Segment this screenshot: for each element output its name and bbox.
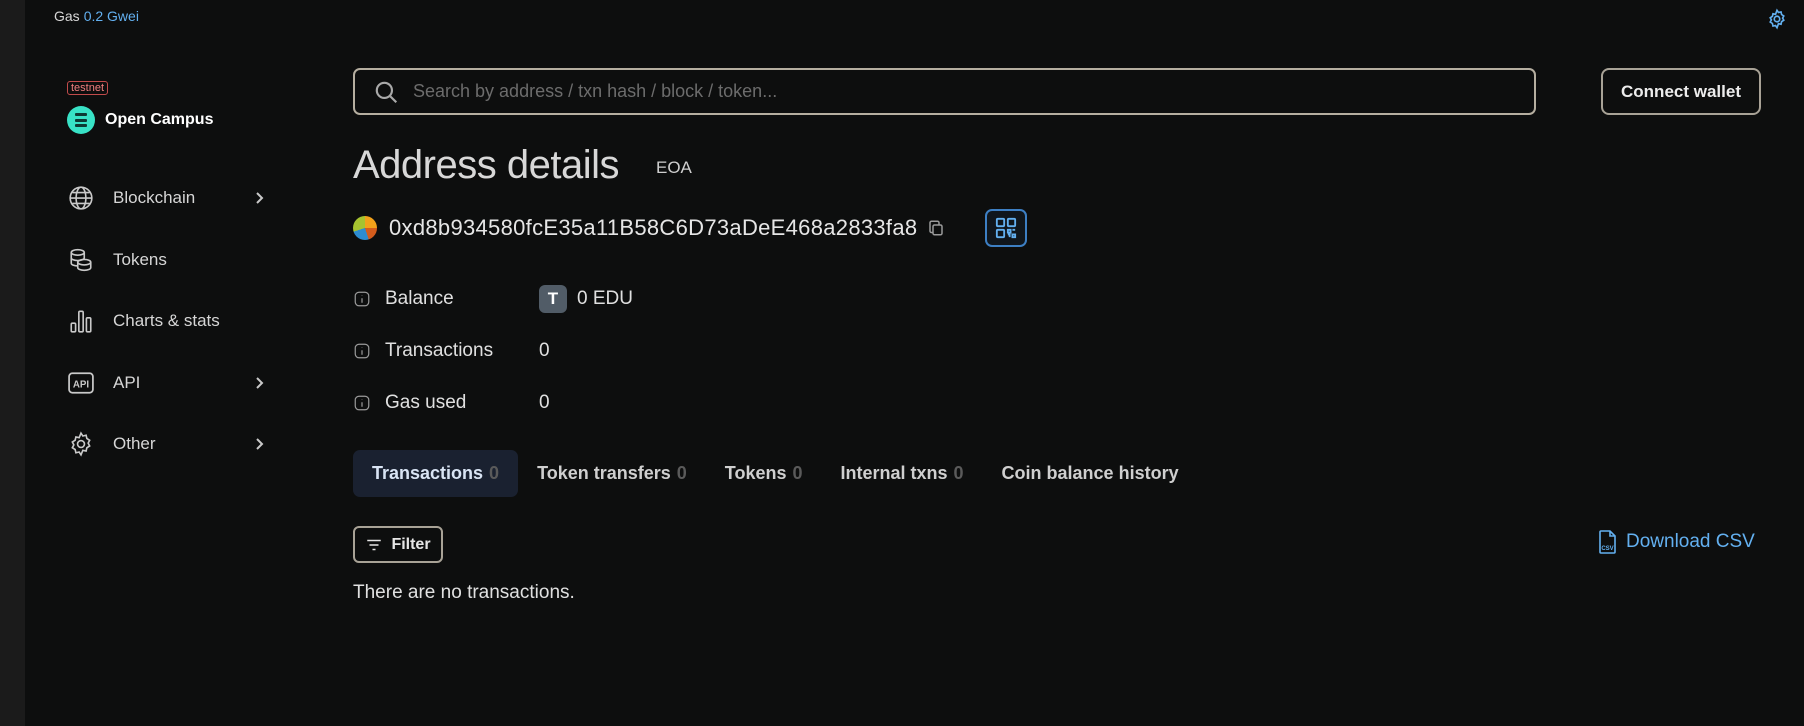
download-csv-link[interactable]: CSV Download CSV <box>1598 530 1755 554</box>
tab-count: 0 <box>676 463 687 483</box>
balance-value: 0 EDU <box>577 288 633 309</box>
info-icon[interactable] <box>353 342 371 360</box>
filter-icon <box>367 539 382 550</box>
token-icon: T <box>539 285 567 313</box>
settings-gear-icon[interactable] <box>1766 8 1788 30</box>
search-input[interactable] <box>413 81 1513 102</box>
gas-indicator[interactable]: Gas 0.2 Gwei <box>54 8 139 24</box>
sidebar-item-charts-stats[interactable]: Charts & stats <box>67 301 267 341</box>
filter-button[interactable]: Filter <box>353 526 443 563</box>
transactions-value: 0 <box>539 340 550 361</box>
page-title: Address details <box>353 143 619 187</box>
info-icon[interactable] <box>353 394 371 412</box>
tab-label: Transactions <box>372 463 484 483</box>
sidebar-item-tokens[interactable]: Tokens <box>67 240 267 280</box>
tab-internal-txns[interactable]: Internal txns 0 <box>822 450 983 497</box>
tab-coin-balance-history[interactable]: Coin balance history <box>983 450 1198 497</box>
tab-token-transfers[interactable]: Token transfers 0 <box>518 450 706 497</box>
sidebar-item-label: Charts & stats <box>113 311 220 330</box>
copy-icon[interactable] <box>927 219 945 237</box>
app-window: Gas 0.2 Gwei testnet Open Campus Blockcha… <box>25 0 1804 726</box>
gas-used-value: 0 <box>539 392 550 413</box>
sidebar-item-label: API <box>113 372 141 392</box>
qr-code-button[interactable] <box>985 209 1027 247</box>
balance-value-group: T 0 EDU <box>539 285 633 313</box>
sidebar-item-label: Other <box>113 434 156 453</box>
transactions-row: Transactions 0 <box>353 339 633 363</box>
address-tabs: Transactions 0 Token transfers 0 Tokens 0 I… <box>353 450 1198 497</box>
balance-row: Balance T 0 EDU <box>353 285 633 313</box>
api-icon: API <box>67 369 95 397</box>
window-edge <box>0 0 25 726</box>
coins-icon <box>67 246 95 274</box>
search-icon <box>375 81 398 103</box>
info-icon[interactable] <box>353 290 371 308</box>
csv-file-icon: CSV <box>1599 530 1616 554</box>
tab-label: Internal txns <box>840 463 948 483</box>
sidebar-item-api[interactable]: API API <box>67 363 267 403</box>
sidebar-item-other[interactable]: Other <box>67 424 267 464</box>
chevron-right-icon <box>256 192 264 204</box>
chevron-right-icon <box>256 438 264 450</box>
qr-code-icon <box>995 217 1017 239</box>
download-csv-label: Download CSV <box>1626 531 1755 552</box>
csv-icon-text: CSV <box>1601 546 1613 552</box>
gas-label: Gas <box>54 8 80 24</box>
brand-name: Open Campus <box>105 111 214 128</box>
tab-label: Token transfers <box>537 463 671 483</box>
address-details-list: Balance T 0 EDU Transactions 0 Gas used … <box>353 285 633 443</box>
bar-chart-icon <box>67 307 95 335</box>
chevron-right-icon <box>256 376 264 389</box>
sidebar-item-blockchain[interactable]: Blockchain <box>67 178 267 218</box>
connect-wallet-button[interactable]: Connect wallet <box>1601 68 1761 115</box>
sidebar-nav: Blockchain Tokens Charts & stats API API <box>67 178 267 486</box>
svg-text:API: API <box>73 379 90 390</box>
address-avatar-icon <box>353 216 377 240</box>
tab-count: 0 <box>792 463 803 483</box>
open-campus-logo-icon <box>67 106 95 134</box>
tab-label: Coin balance history <box>1001 463 1179 483</box>
empty-state-message: There are no transactions. <box>353 582 575 603</box>
sidebar-item-label: Blockchain <box>113 188 196 207</box>
testnet-badge: testnet <box>67 81 109 95</box>
sidebar-item-label: Tokens <box>113 249 167 269</box>
search-bar[interactable] <box>353 68 1536 115</box>
tab-label: Tokens <box>724 463 787 483</box>
address-hash-row: 0xd8b934580fcE35a11B58C6D73aDeE468a2833f… <box>353 214 945 242</box>
gas-used-row: Gas used 0 <box>353 391 633 415</box>
tab-tokens[interactable]: Tokens 0 <box>706 450 822 497</box>
gear-icon <box>67 430 95 458</box>
address-hash: 0xd8b934580fcE35a11B58C6D73aDeE468a2833f… <box>389 215 918 240</box>
transactions-label: Transactions <box>385 340 494 361</box>
globe-icon <box>67 184 95 212</box>
tab-count: 0 <box>953 463 964 483</box>
balance-label: Balance <box>385 288 454 309</box>
tab-count: 0 <box>489 463 500 483</box>
gas-value: 0.2 Gwei <box>83 8 139 24</box>
address-type-badge: EOA <box>656 158 692 177</box>
tab-transactions[interactable]: Transactions 0 <box>353 450 519 497</box>
gas-used-label: Gas used <box>385 392 467 413</box>
brand-logo-link[interactable]: Open Campus <box>67 106 213 134</box>
filter-label: Filter <box>391 535 431 553</box>
